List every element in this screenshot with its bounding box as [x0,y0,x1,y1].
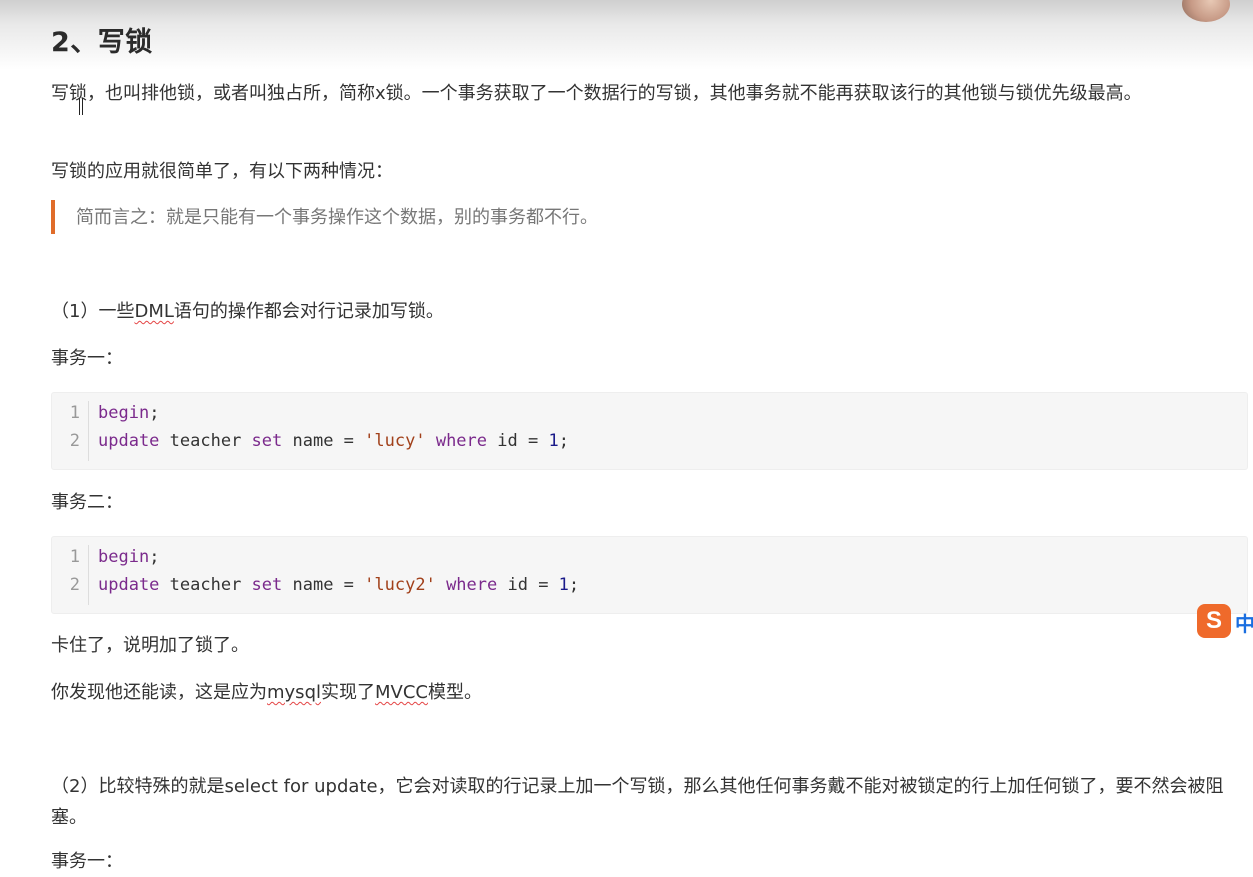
code-string: 'lucy' [364,431,426,451]
line-number: 2 [69,575,80,595]
code-keyword: begin [98,403,150,423]
code-text: ; [568,575,580,595]
usage-paragraph: 写锁的应用就很简单了，有以下两种情况： [51,161,393,182]
code-block-1[interactable]: 1 2 begin; update teacher set name = 'lu… [51,392,1248,470]
code-text: teacher [159,431,252,451]
line-number: 2 [69,431,80,451]
code-text: teacher [159,575,252,595]
code-line: update teacher set name = 'lucy' where i… [98,431,569,451]
blocked-paragraph: 卡住了，说明加了锁了。 [51,635,249,656]
intro-paragraph: 写锁，也叫排他锁，或者叫独占所，简称x锁。一个事务获取了一个数据行的写锁，其他事… [51,83,1142,104]
code-keyword: where [435,431,488,451]
mvcc-paragraph: 你发现他还能读，这是应为mysql实现了MVCC模型。 [51,677,482,708]
code-block-2[interactable]: 1 2 begin; update teacher set name = 'lu… [51,536,1248,614]
ime-language-toggle[interactable]: 中 [1235,608,1253,637]
code-text: id = [497,575,559,595]
case1-suffix: 语句的操作都会对行记录加写锁。 [173,301,444,322]
case2-paragraph: （2）比较特殊的就是select for update，它会对读取的行记录上加一… [51,776,1224,828]
code-line: begin; [98,547,159,567]
case1-dml: DML [134,301,174,322]
line-number-gutter: 1 2 [52,401,89,461]
blockquote: 简而言之：就是只能有一个事务操作这个数据，别的事务都不行。 [51,200,755,234]
code-number: 1 [548,431,559,451]
text-cursor-icon [79,98,83,115]
line-number: 1 [69,403,80,423]
code-number: 1 [558,575,569,595]
code-keyword: update [98,431,160,451]
code-keyword: where [446,575,498,595]
mvcc-term: MVCC [375,682,428,703]
code-line: update teacher set name = 'lucy2' where … [98,575,579,595]
section-heading: 2、写锁 [51,27,153,58]
code-text: name = [282,431,365,451]
txn1-label: 事务一： [51,348,123,369]
code-text: ; [149,547,160,567]
ime-toolbar[interactable]: S 中 [1197,604,1253,638]
code-keyword: set [251,431,283,451]
mvcc-suffix: 模型。 [427,682,482,703]
line-number-gutter: 1 2 [52,545,89,605]
code-keyword: update [98,575,160,595]
code-text: ; [149,403,160,423]
mvcc-prefix: 你发现他还能读，这是应为 [51,682,267,703]
code-keyword: begin [98,547,150,567]
txn2-label: 事务二： [51,492,123,513]
code-keyword: set [251,575,283,595]
case1-prefix: （1）一些 [51,301,135,322]
article-content: 2、写锁 写锁，也叫排他锁，或者叫独占所，简称x锁。一个事务获取了一个数据行的写… [0,0,1253,872]
code-text: id = [487,431,549,451]
code-text: ; [558,431,569,451]
next-txn-label: 事务一： [51,851,123,872]
blockquote-text: 简而言之：就是只能有一个事务操作这个数据，别的事务都不行。 [76,207,598,228]
case1-paragraph: （1）一些DML语句的操作都会对行记录加写锁。 [51,296,444,327]
line-number: 1 [69,547,80,567]
code-string: 'lucy2' [364,575,436,595]
sogou-ime-icon[interactable]: S [1197,604,1231,638]
code-line: begin; [98,403,159,423]
mvcc-mysql: mysql [267,682,321,703]
mvcc-middle: 实现了 [321,682,375,703]
code-text: name = [282,575,365,595]
